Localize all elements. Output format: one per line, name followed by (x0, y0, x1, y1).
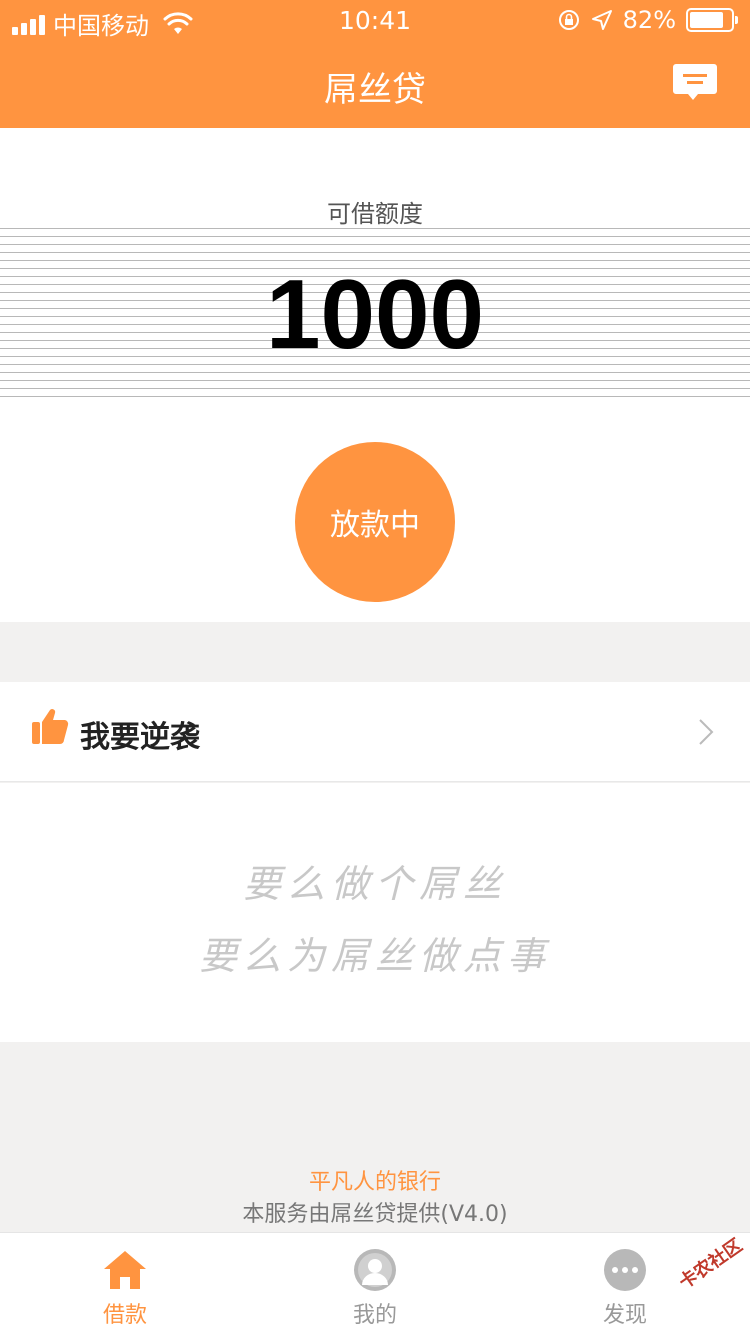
more-icon (604, 1249, 646, 1291)
limit-label: 可借额度 (327, 200, 423, 228)
slogan-area: 要么做个屌丝 要么为屌丝做点事 (0, 783, 750, 1042)
tab-label: 发现 (602, 1303, 647, 1328)
amount-value: 1000 (265, 259, 484, 369)
battery-percent: 82% (622, 6, 676, 34)
counterattack-row[interactable]: 我要逆袭 (0, 682, 750, 782)
loan-status-button[interactable]: 放款中 (295, 442, 455, 602)
battery-icon (686, 8, 738, 32)
message-icon[interactable] (672, 62, 718, 104)
loan-card: 可借额度 1000 放款中 (0, 128, 750, 622)
footer-tagline: 平凡人的银行 (308, 1170, 441, 1195)
user-icon (354, 1249, 396, 1291)
page-title: 屌丝贷 (324, 70, 426, 110)
slogan-line-2: 要么为屌丝做点事 (198, 934, 551, 978)
tab-bar: 借款 我的 发现 (0, 1232, 750, 1334)
tab-mine[interactable]: 我的 (250, 1233, 500, 1334)
footer-provider: 本服务由屌丝贷提供(V4.0) (242, 1202, 508, 1227)
location-icon (591, 10, 612, 30)
slogan-line-1: 要么做个屌丝 (242, 862, 507, 906)
home-icon (104, 1251, 146, 1289)
thumbs-up-icon (32, 709, 69, 744)
tab-label: 借款 (102, 1303, 147, 1328)
chevron-right-icon (699, 719, 714, 745)
tab-borrow[interactable]: 借款 (0, 1233, 250, 1334)
tab-label: 我的 (352, 1303, 397, 1328)
status-bar: 中国移动 10:41 82% (0, 0, 750, 40)
rotation-lock-icon (558, 10, 579, 30)
row-label: 我要逆袭 (80, 720, 200, 755)
app-header: 中国移动 10:41 82% 屌丝贷 (0, 0, 750, 128)
